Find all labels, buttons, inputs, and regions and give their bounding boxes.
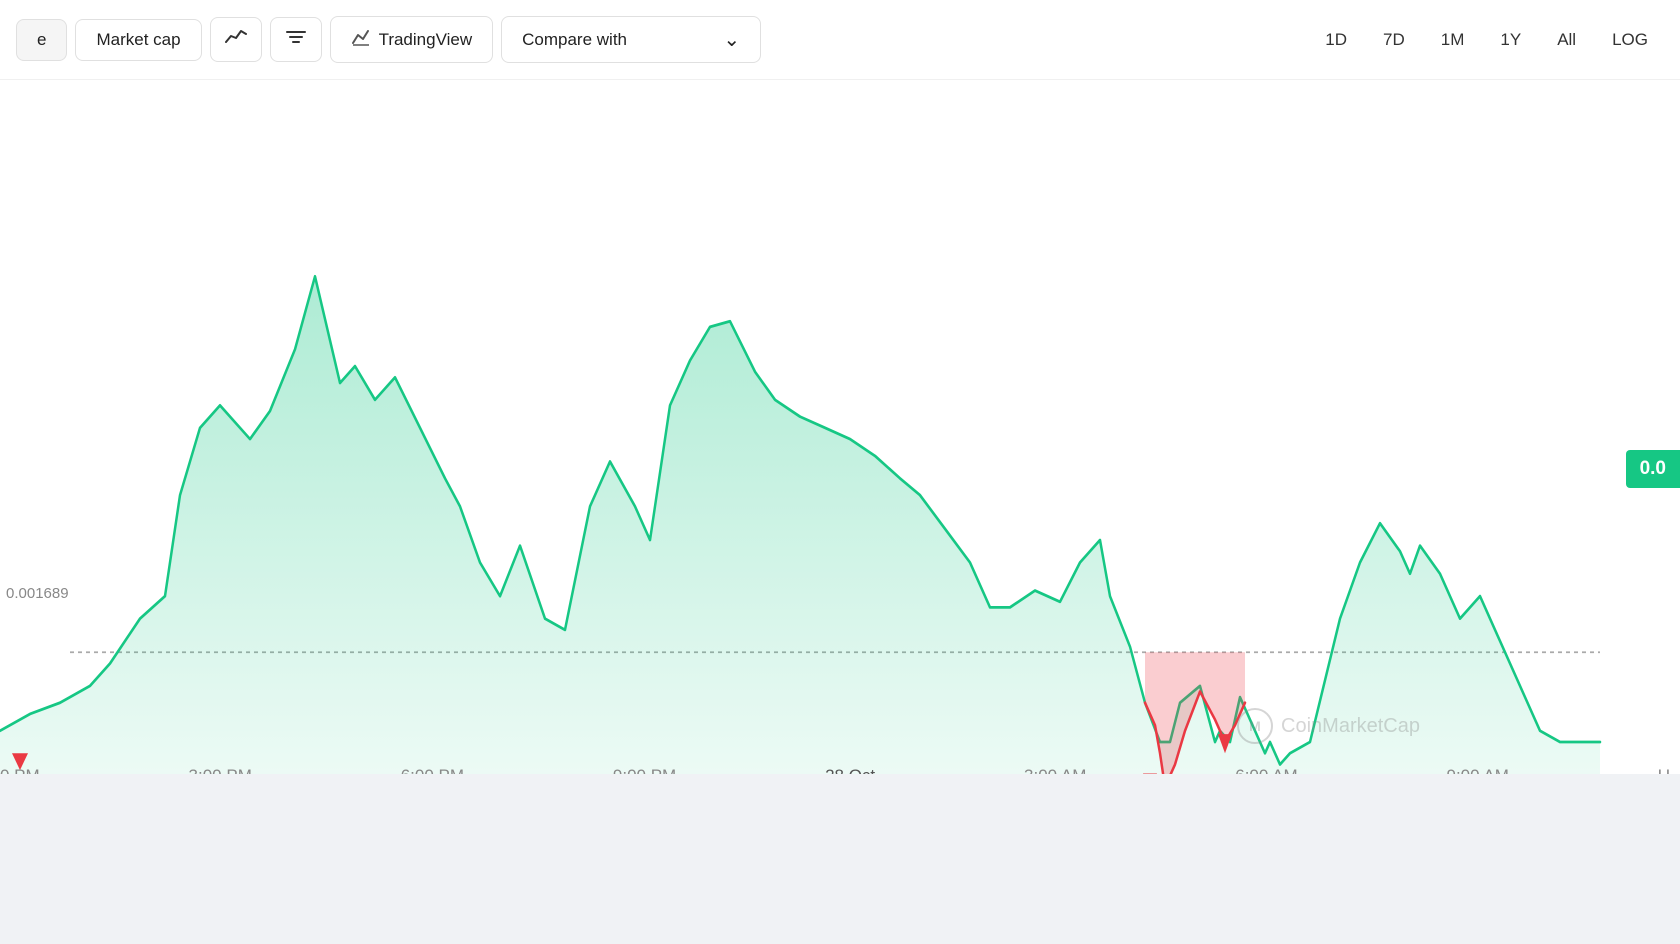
time-1m-label: 1M bbox=[1441, 30, 1465, 49]
time-all-label: All bbox=[1557, 30, 1576, 49]
tradingview-label: TradingView bbox=[379, 30, 473, 50]
time-1d-button[interactable]: 1D bbox=[1309, 22, 1363, 58]
time-log-button[interactable]: LOG bbox=[1596, 22, 1664, 58]
chevron-down-icon: ⌄ bbox=[723, 27, 740, 52]
svg-text:M: M bbox=[1249, 718, 1261, 734]
tradingview-icon bbox=[351, 27, 371, 52]
toolbar: e Market cap TradingView Compa bbox=[0, 0, 1680, 80]
time-1y-label: 1Y bbox=[1500, 30, 1521, 49]
time-1y-button[interactable]: 1Y bbox=[1484, 22, 1537, 58]
market-cap-label: Market cap bbox=[96, 30, 180, 50]
price-badge-value: 0.0 bbox=[1640, 458, 1666, 479]
time-1d-label: 1D bbox=[1325, 30, 1347, 49]
volume-area bbox=[0, 774, 1680, 944]
baseline-value-label: 0.001689 bbox=[0, 585, 75, 602]
time-7d-button[interactable]: 7D bbox=[1367, 22, 1421, 58]
price-button[interactable]: e bbox=[16, 19, 67, 61]
watermark-text: CoinMarketCap bbox=[1281, 715, 1420, 738]
time-range-buttons: 1D 7D 1M 1Y All LOG bbox=[1309, 22, 1664, 58]
price-label: e bbox=[37, 30, 46, 50]
tradingview-button[interactable]: TradingView bbox=[330, 16, 494, 63]
time-log-label: LOG bbox=[1612, 30, 1648, 49]
baseline-value-text: 0.001689 bbox=[6, 585, 69, 602]
watermark: M CoinMarketCap bbox=[1237, 708, 1420, 744]
compare-button[interactable]: Compare with ⌄ bbox=[501, 16, 761, 63]
chart-container: 0.001689 0.0 M CoinMarketCap 0 PM 3:00 P… bbox=[0, 80, 1680, 944]
line-chart-button[interactable] bbox=[210, 17, 262, 62]
market-cap-button[interactable]: Market cap bbox=[75, 19, 201, 61]
time-7d-label: 7D bbox=[1383, 30, 1405, 49]
time-all-button[interactable]: All bbox=[1541, 22, 1592, 58]
line-chart-icon bbox=[225, 28, 247, 51]
price-badge: 0.0 bbox=[1626, 450, 1680, 488]
filter-button[interactable] bbox=[270, 17, 322, 62]
compare-label: Compare with bbox=[522, 30, 627, 50]
filter-icon bbox=[285, 28, 307, 51]
time-1m-button[interactable]: 1M bbox=[1425, 22, 1481, 58]
